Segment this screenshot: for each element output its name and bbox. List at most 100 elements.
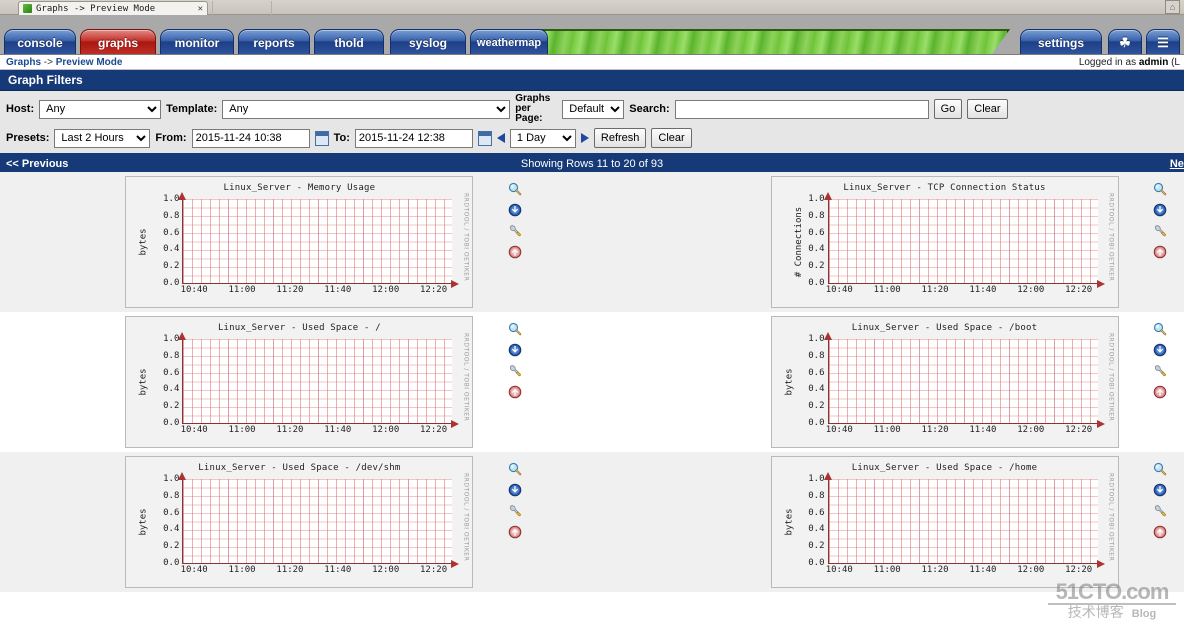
- home-icon[interactable]: ⌂: [1165, 0, 1180, 14]
- calendar-icon-to[interactable]: [477, 130, 492, 146]
- browser-tab[interactable]: Graphs -> Preview Mode ✕: [18, 1, 208, 15]
- spacer-cell: [539, 172, 771, 312]
- page-top-icon[interactable]: [508, 245, 539, 259]
- nav-tab-monitor[interactable]: monitor: [160, 29, 234, 54]
- zoom-graph-icon[interactable]: [508, 182, 539, 196]
- clear-button[interactable]: Clear: [967, 99, 1008, 119]
- refresh-button[interactable]: Refresh: [593, 128, 647, 148]
- x-axis-tick: 12:20: [420, 565, 448, 575]
- csv-export-icon[interactable]: [1153, 203, 1184, 217]
- y-axis-tick: 1.0: [163, 194, 180, 204]
- template-select[interactable]: Any: [222, 99, 511, 119]
- breadcrumb-root[interactable]: Graphs: [6, 57, 41, 68]
- from-date-input[interactable]: [191, 128, 310, 148]
- graph-plot-area: 1.0 0.8 0.6 0.4 0.2 0.0 10:40 11:00 11:20 11:40 12…: [163, 472, 460, 575]
- y-axis-tick: 0.0: [808, 418, 825, 428]
- csv-export-icon[interactable]: [1153, 343, 1184, 357]
- zoom-graph-icon[interactable]: [1153, 182, 1184, 196]
- page-top-icon[interactable]: [508, 385, 539, 399]
- breadcrumb-leaf: Preview Mode: [55, 56, 123, 68]
- x-axis-tick: 10:40: [825, 565, 853, 575]
- graph-image[interactable]: Linux_Server - TCP Connection Status # Co…: [770, 176, 1119, 308]
- status-bar: Graphs -> Preview Mode Logged in as admi…: [0, 55, 1184, 70]
- x-axis-tick: 11:20: [276, 425, 304, 435]
- graph-filters-body: Host: Any Template: Any Graphs per Page:…: [0, 91, 1184, 155]
- page-top-icon[interactable]: [1153, 385, 1184, 399]
- graph-properties-icon[interactable]: [1153, 224, 1184, 238]
- nav-tab-settings[interactable]: settings: [1020, 29, 1102, 54]
- graph-properties-icon[interactable]: [508, 364, 539, 378]
- close-icon[interactable]: ✕: [198, 4, 203, 14]
- next-page-link[interactable]: Nex: [1170, 158, 1184, 170]
- graph-plot-area: 1.0 0.8 0.6 0.4 0.2 0.0 10:40 11:00 11:20 11:40 12…: [808, 192, 1105, 295]
- nav-tab-console[interactable]: console: [4, 29, 76, 54]
- from-label: From:: [155, 132, 187, 144]
- header-banner-graphic: [540, 29, 1010, 54]
- graph-properties-icon[interactable]: [508, 504, 539, 518]
- zoom-graph-icon[interactable]: [1153, 322, 1184, 336]
- graph-actions-cell: [1145, 172, 1184, 312]
- nav-tab-thold[interactable]: thold: [314, 29, 384, 54]
- tree-icon[interactable]: ☘: [1108, 29, 1142, 54]
- x-axis-tick: 11:20: [921, 425, 949, 435]
- graph-image[interactable]: Linux_Server - Used Space - /dev/shm byte…: [125, 456, 474, 588]
- page-top-icon[interactable]: [1153, 525, 1184, 539]
- x-axis-tick: 12:00: [372, 425, 400, 435]
- zoom-graph-icon[interactable]: [508, 322, 539, 336]
- to-date-input[interactable]: [354, 128, 473, 148]
- search-input[interactable]: [674, 99, 929, 119]
- login-suffix: (L: [1168, 56, 1180, 68]
- graph-image[interactable]: Linux_Server - Used Space - /boot bytes 1.…: [770, 316, 1119, 448]
- nav-tab-weathermap[interactable]: weathermap: [470, 29, 548, 54]
- nav-tab-syslog[interactable]: syslog: [390, 29, 466, 54]
- graph-properties-icon[interactable]: [1153, 504, 1184, 518]
- x-axis-tick: 10:40: [180, 285, 208, 295]
- graphs-per-page-select[interactable]: Default: [562, 99, 625, 119]
- zoom-graph-icon[interactable]: [1153, 462, 1184, 476]
- go-button[interactable]: Go: [933, 99, 963, 119]
- y-axis-tick: 0.8: [163, 490, 180, 501]
- browser-tab-strip: Graphs -> Preview Mode ✕ ⌂: [0, 0, 1184, 15]
- csv-export-icon[interactable]: [508, 343, 539, 357]
- zoom-graph-icon[interactable]: [508, 462, 539, 476]
- calendar-icon-from[interactable]: [314, 130, 329, 146]
- graph-image[interactable]: Linux_Server - Used Space - / bytes 1.0 0.8…: [125, 316, 474, 448]
- spacer-cell: [0, 172, 125, 312]
- graph-actions: [500, 452, 539, 539]
- graph-properties-icon[interactable]: [1153, 364, 1184, 378]
- csv-export-icon[interactable]: [1153, 483, 1184, 497]
- graph-container: Linux_Server - Used Space - /dev/shm byte…: [125, 452, 499, 592]
- rrdtool-watermark: RRDTOOL / TOBI OETIKER: [1107, 333, 1115, 422]
- csv-export-icon[interactable]: [508, 203, 539, 217]
- nav-tab-reports[interactable]: reports: [238, 29, 310, 54]
- host-select[interactable]: Any: [39, 99, 162, 119]
- y-axis-tick: 0.4: [808, 384, 825, 395]
- graph-y-axis-label: bytes: [138, 228, 149, 256]
- nav-tab-graphs[interactable]: graphs: [80, 29, 156, 54]
- x-axis-tick: 10:40: [180, 565, 208, 575]
- page-top-icon[interactable]: [1153, 245, 1184, 259]
- page-top-icon[interactable]: [508, 525, 539, 539]
- csv-export-icon[interactable]: [508, 483, 539, 497]
- x-axis-tick: 11:40: [324, 425, 352, 435]
- graph-actions: [1145, 452, 1184, 539]
- previous-page-link[interactable]: << Previous: [6, 158, 68, 170]
- y-axis-tick: 0.0: [808, 558, 825, 568]
- shift-right-icon[interactable]: [580, 133, 589, 143]
- time-span-select[interactable]: 1 Day: [509, 128, 576, 148]
- rrdtool-watermark: RRDTOOL / TOBI OETIKER: [462, 473, 470, 562]
- shift-left-icon[interactable]: [496, 133, 505, 143]
- x-axis-tick: 11:40: [324, 285, 352, 295]
- rrdtool-watermark: RRDTOOL / TOBI OETIKER: [1107, 473, 1115, 562]
- graph-preview-table: Linux_Server - Memory Usage bytes 1.0 0.8 0.…: [0, 172, 1184, 592]
- graph-container: Linux_Server - Used Space - /home bytes 1.…: [770, 452, 1145, 592]
- y-axis-tick: 0.8: [163, 210, 180, 221]
- clear-dates-button[interactable]: Clear: [651, 128, 692, 148]
- graph-properties-icon[interactable]: [508, 224, 539, 238]
- y-axis-tick: 0.2: [808, 261, 825, 272]
- presets-select[interactable]: Last 2 Hours: [54, 128, 151, 148]
- menu-icon[interactable]: ☰: [1146, 29, 1180, 54]
- graph-image[interactable]: Linux_Server - Used Space - /home bytes 1.…: [770, 456, 1119, 588]
- graph-image[interactable]: Linux_Server - Memory Usage bytes 1.0 0.8 0.…: [125, 176, 474, 308]
- main-navigation: console graphs monitor reports thold sys…: [0, 15, 1184, 55]
